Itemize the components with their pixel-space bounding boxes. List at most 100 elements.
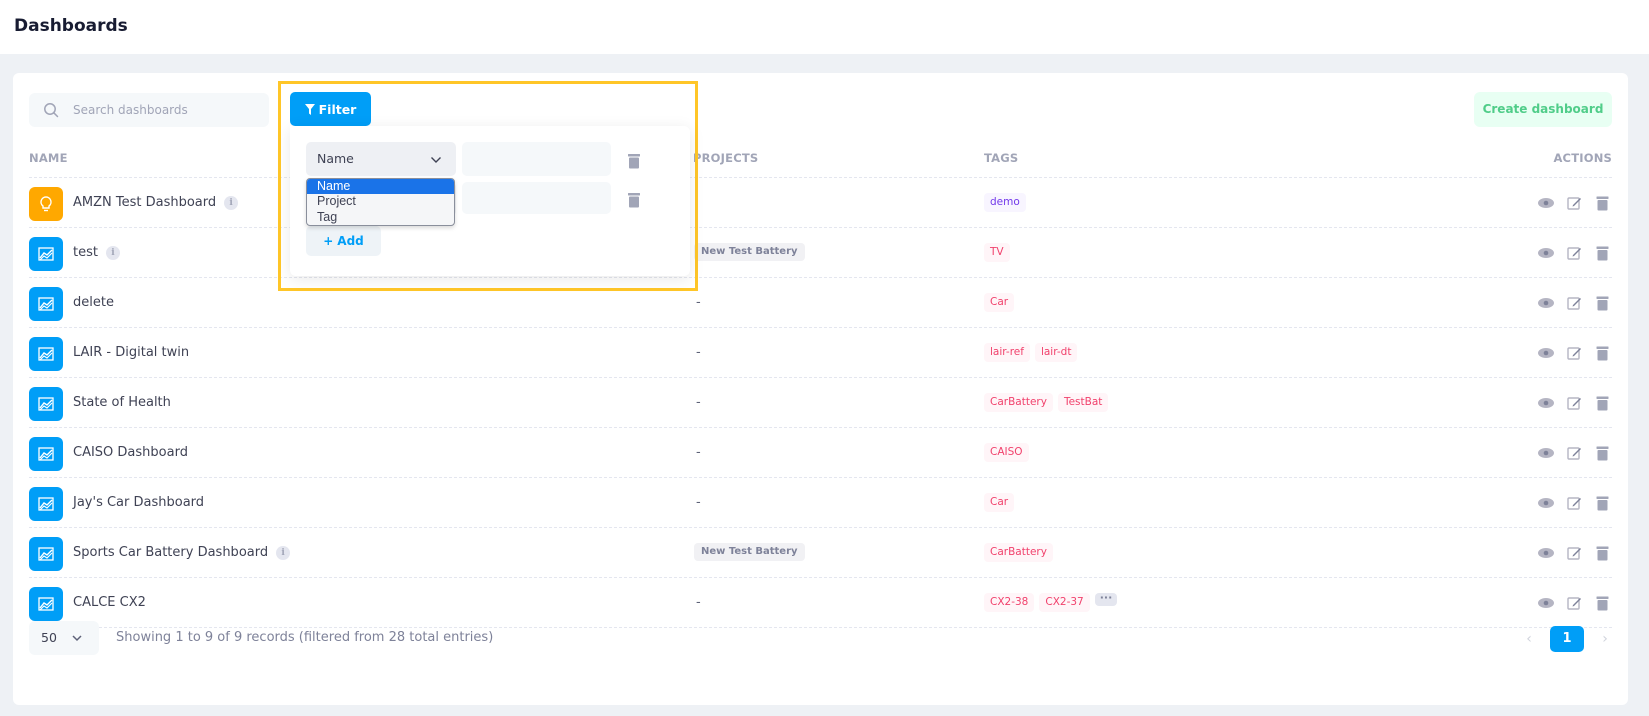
add-filter-label: Add <box>337 234 364 248</box>
page-number-button[interactable]: 1 <box>1550 626 1584 652</box>
dashboard-name[interactable]: Jay's Car Dashboard <box>73 495 204 510</box>
delete-icon[interactable] <box>1592 593 1612 613</box>
search-box[interactable] <box>29 93 269 127</box>
edit-icon[interactable] <box>1564 243 1584 263</box>
dashboard-name-text[interactable]: Jay's Car Dashboard <box>73 495 204 510</box>
info-icon[interactable]: i <box>224 196 239 210</box>
delete-icon[interactable] <box>1592 293 1612 313</box>
tag-badge: CarBattery <box>984 393 1053 412</box>
filter-button[interactable]: Filter <box>290 92 371 126</box>
view-icon[interactable] <box>1536 193 1556 213</box>
chart-icon <box>29 387 63 421</box>
dashboard-name[interactable]: CAISO Dashboard <box>73 445 188 460</box>
search-input[interactable] <box>73 93 263 127</box>
view-icon[interactable] <box>1536 343 1556 363</box>
edit-icon[interactable] <box>1564 593 1584 613</box>
project-empty: - <box>696 495 701 510</box>
dropdown-option-name[interactable]: Name <box>307 179 454 195</box>
delete-icon[interactable] <box>1592 343 1612 363</box>
project-empty: - <box>696 595 701 610</box>
table-row: AMZN Test Dashboard i demo <box>29 178 1612 228</box>
filter-field-dropdown: Name Project Tag <box>306 178 455 226</box>
table-row: test i New Test Battery TV <box>29 228 1612 278</box>
dashboard-name-text[interactable]: test <box>73 245 98 260</box>
view-icon[interactable] <box>1536 443 1556 463</box>
trash-icon[interactable] <box>627 153 641 169</box>
dashboard-name[interactable]: CALCE CX2 <box>73 595 146 610</box>
edit-icon[interactable] <box>1564 343 1584 363</box>
row-actions <box>1536 443 1612 463</box>
edit-icon[interactable] <box>1564 443 1584 463</box>
view-icon[interactable] <box>1536 393 1556 413</box>
chart-icon <box>29 337 63 371</box>
filter-field-select[interactable]: Name <box>306 142 456 176</box>
edit-icon[interactable] <box>1564 293 1584 313</box>
filter-value-input[interactable] <box>462 142 611 176</box>
dashboard-name[interactable]: Sports Car Battery Dashboard i <box>73 545 291 560</box>
tag-list: Car <box>984 293 1015 312</box>
edit-icon[interactable] <box>1564 543 1584 563</box>
trash-icon[interactable] <box>627 192 641 208</box>
table-row: Jay's Car Dashboard - Car <box>29 478 1612 528</box>
column-header-name[interactable]: NAME <box>29 151 68 165</box>
table-row: CAISO Dashboard - CAISO <box>29 428 1612 478</box>
tag-badge: Car <box>984 293 1015 312</box>
row-actions <box>1536 243 1612 263</box>
edit-icon[interactable] <box>1564 193 1584 213</box>
tag-list: TV <box>984 243 1010 262</box>
dashboard-name-text[interactable]: CAISO Dashboard <box>73 445 188 460</box>
tag-badge: CX2-37 <box>1039 593 1090 612</box>
dropdown-option-project[interactable]: Project <box>307 194 454 209</box>
tag-list: CAISO <box>984 443 1029 462</box>
more-tags-badge[interactable]: ··· <box>1094 592 1118 606</box>
dashboard-name[interactable]: AMZN Test Dashboard i <box>73 195 239 210</box>
dashboard-name-text[interactable]: AMZN Test Dashboard <box>73 195 216 210</box>
column-header-tags: TAGS <box>984 151 1019 165</box>
create-dashboard-button[interactable]: Create dashboard <box>1474 92 1612 127</box>
info-icon[interactable]: i <box>276 546 291 560</box>
filter-value-input-2[interactable] <box>462 182 611 214</box>
dashboard-name[interactable]: delete <box>73 295 114 310</box>
delete-icon[interactable] <box>1592 243 1612 263</box>
project-empty: - <box>696 295 701 310</box>
dashboard-name[interactable]: LAIR - Digital twin <box>73 345 189 360</box>
next-page-icon[interactable]: › <box>1598 631 1612 647</box>
add-filter-button[interactable]: + Add <box>306 226 381 256</box>
info-icon[interactable]: i <box>105 246 120 260</box>
project-badge: New Test Battery <box>694 243 805 261</box>
column-header-projects[interactable]: PROJECTS <box>693 151 758 165</box>
tag-badge: CarBattery <box>984 543 1053 562</box>
dropdown-option-tag[interactable]: Tag <box>307 210 454 225</box>
edit-icon[interactable] <box>1564 493 1584 513</box>
delete-icon[interactable] <box>1592 543 1612 563</box>
project-empty: - <box>696 345 701 360</box>
view-icon[interactable] <box>1536 493 1556 513</box>
view-icon[interactable] <box>1536 293 1556 313</box>
top-bar: Dashboards <box>0 0 1649 54</box>
view-icon[interactable] <box>1536 593 1556 613</box>
dashboard-name[interactable]: test i <box>73 245 120 260</box>
page-size-select[interactable]: 50 <box>29 621 99 655</box>
view-icon[interactable] <box>1536 543 1556 563</box>
dashboard-name-text[interactable]: CALCE CX2 <box>73 595 146 610</box>
search-icon <box>44 103 59 118</box>
dashboard-name-text[interactable]: LAIR - Digital twin <box>73 345 189 360</box>
dashboard-name-text[interactable]: delete <box>73 295 114 310</box>
delete-icon[interactable] <box>1592 493 1612 513</box>
edit-icon[interactable] <box>1564 393 1584 413</box>
dashboard-name-text[interactable]: State of Health <box>73 395 171 410</box>
table-row: LAIR - Digital twin - lair-ref lair-dt <box>29 328 1612 378</box>
table-row: CALCE CX2 - CX2-38 CX2-37 ··· <box>29 578 1612 628</box>
delete-icon[interactable] <box>1592 393 1612 413</box>
view-icon[interactable] <box>1536 243 1556 263</box>
delete-icon[interactable] <box>1592 193 1612 213</box>
tag-badge: CX2-38 <box>984 593 1035 612</box>
row-actions <box>1536 543 1612 563</box>
delete-icon[interactable] <box>1592 443 1612 463</box>
chart-icon <box>29 437 63 471</box>
dashboard-name-text[interactable]: Sports Car Battery Dashboard <box>73 545 268 560</box>
dashboard-name[interactable]: State of Health <box>73 395 171 410</box>
previous-page-icon[interactable]: ‹ <box>1522 631 1536 647</box>
dashboards-card: Create dashboard NAME PROJECTS TAGS ACTI… <box>13 73 1628 705</box>
row-actions <box>1536 193 1612 213</box>
